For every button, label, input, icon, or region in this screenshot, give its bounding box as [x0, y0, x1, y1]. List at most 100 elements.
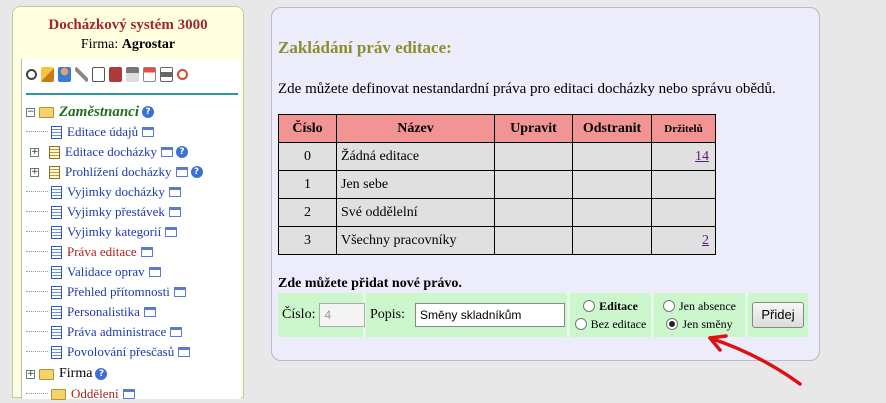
- new-window-icon[interactable]: [165, 227, 178, 237]
- page-icon: [51, 205, 62, 219]
- new-window-icon[interactable]: [143, 307, 156, 317]
- sidebar-item-label[interactable]: Vyjimky kategorií: [67, 224, 161, 240]
- radio-jen-smeny[interactable]: Jen směny: [666, 317, 733, 332]
- sidebar-item-label[interactable]: Validace oprav: [67, 264, 145, 280]
- sidebar-item-label[interactable]: Editace docházky: [65, 144, 157, 160]
- new-window-icon[interactable]: [140, 247, 153, 257]
- sidebar-item-label[interactable]: Práva editace: [67, 244, 137, 260]
- sidebar-item-prava-administrace[interactable]: Práva administrace: [26, 323, 183, 341]
- sidebar-item-vyjimky-kategorii[interactable]: Vyjimky kategorií: [26, 223, 178, 241]
- tree-section-firm[interactable]: + Firma ?: [26, 365, 108, 383]
- radio-label[interactable]: Bez editace: [591, 317, 647, 332]
- cell-num: 0: [278, 142, 337, 171]
- add-button[interactable]: Přidej: [752, 302, 804, 328]
- desc-label: Popis:: [370, 307, 406, 322]
- tree-section-employees[interactable]: − Zaměstnanci ?: [26, 103, 155, 121]
- sidebar-item-povolovani-prescasu[interactable]: Povolování přesčasů: [26, 343, 191, 361]
- new-window-icon[interactable]: [168, 187, 181, 197]
- cell-edit: [494, 170, 573, 199]
- book-icon[interactable]: [109, 66, 122, 82]
- help-icon[interactable]: ?: [176, 146, 189, 158]
- cell-edit: [494, 226, 573, 255]
- new-window-icon[interactable]: [173, 287, 186, 297]
- sidebar-item-prehled-pritomnosti[interactable]: Přehled přítomnosti: [26, 283, 186, 301]
- page-icon: [51, 245, 62, 259]
- sidebar-item-label[interactable]: Povolování přesčasů: [67, 344, 174, 360]
- radio-bez-editace[interactable]: Bez editace: [574, 317, 647, 332]
- new-window-icon[interactable]: [148, 267, 161, 277]
- house-icon[interactable]: [126, 66, 139, 82]
- radio-button[interactable]: [574, 318, 587, 330]
- users-icon[interactable]: [58, 66, 71, 82]
- new-window-icon[interactable]: [170, 327, 183, 337]
- new-window-icon[interactable]: [122, 389, 135, 399]
- sidebar-item-label[interactable]: Editace údajů: [67, 124, 138, 140]
- cell-num: 2: [278, 198, 337, 227]
- header-name: Název: [336, 114, 495, 143]
- num-cell: Číslo:: [278, 293, 366, 337]
- new-window-icon[interactable]: [178, 347, 191, 357]
- help-icon[interactable]: ?: [95, 368, 108, 380]
- pencil-icon[interactable]: [41, 66, 54, 82]
- expand-icon[interactable]: +: [30, 167, 39, 177]
- sidebar-item-label[interactable]: Vyjimky docházky: [67, 184, 165, 200]
- description-input[interactable]: [415, 303, 566, 327]
- radio-jen-absence[interactable]: Jen absence: [663, 299, 736, 314]
- sidebar-item-label[interactable]: Vyjimky přestávek: [67, 204, 165, 220]
- cell-remove: [572, 170, 652, 199]
- new-window-icon[interactable]: [175, 167, 188, 177]
- collapse-icon[interactable]: −: [26, 107, 35, 117]
- table-row: 1 Jen sebe: [278, 170, 716, 199]
- key-icon[interactable]: [75, 66, 88, 82]
- sidebar-item-editace-dochazky[interactable]: + Editace docházky ?: [26, 143, 189, 161]
- edit-mode-radios: Editace Bez editace: [570, 293, 654, 337]
- holders-link[interactable]: 2: [702, 233, 709, 248]
- new-window-icon[interactable]: [142, 127, 155, 137]
- section-firm-label[interactable]: Firma: [59, 366, 92, 382]
- sidebar-item-vyjimky-prestavek[interactable]: Vyjimky přestávek: [26, 203, 181, 221]
- sidebar-item-prohlizeni-dochazky[interactable]: + Prohlížení docházky ?: [26, 163, 203, 181]
- tree-connector: [26, 303, 48, 312]
- tree-connector: [26, 223, 48, 232]
- search-icon[interactable]: [26, 68, 37, 80]
- sidebar-item-label[interactable]: Prohlížení docházky: [65, 164, 172, 180]
- cell-holders: 14: [651, 142, 716, 171]
- radio-label[interactable]: Jen směny: [682, 317, 732, 332]
- holders-link[interactable]: 14: [695, 149, 709, 164]
- page-icon: [51, 325, 62, 339]
- network-icon[interactable]: [143, 66, 156, 82]
- sidebar-item-label[interactable]: Přehled přítomnosti: [67, 284, 170, 300]
- radio-button[interactable]: [663, 300, 675, 312]
- printer-icon[interactable]: [160, 66, 173, 82]
- expand-icon[interactable]: +: [26, 369, 35, 379]
- help-icon[interactable]: ?: [190, 166, 203, 178]
- radio-button-checked[interactable]: [666, 318, 679, 330]
- help-icon[interactable]: ?: [142, 106, 155, 118]
- sidebar-item-validace-oprav[interactable]: Validace oprav: [26, 263, 161, 281]
- radio-button[interactable]: [583, 300, 596, 312]
- radio-label[interactable]: Editace: [599, 299, 638, 314]
- cell-remove: [572, 226, 652, 255]
- new-window-icon[interactable]: [161, 147, 174, 157]
- sidebar-item-personalistika[interactable]: Personalistika: [26, 303, 156, 321]
- cell-edit: [494, 198, 573, 227]
- sidebar-item-label[interactable]: Personalistika: [67, 304, 140, 320]
- expand-icon[interactable]: +: [30, 147, 39, 157]
- page-icon: [51, 265, 62, 279]
- add-right-title: Zde můžete přidat nové právo.: [278, 276, 462, 291]
- new-window-icon[interactable]: [168, 207, 181, 217]
- sidebar-item-editace-udaju[interactable]: Editace údajů: [26, 123, 155, 141]
- sidebar-item-label[interactable]: Práva administrace: [67, 324, 166, 340]
- sidebar-item-vyjimky-dochazky[interactable]: Vyjimky docházky: [26, 183, 181, 201]
- sidebar-item-prava-editace[interactable]: Práva editace: [26, 243, 153, 261]
- section-employees-label[interactable]: Zaměstnanci: [59, 104, 139, 121]
- sidebar-item-label[interactable]: Oddělení: [71, 386, 119, 402]
- tree-connector: [26, 263, 48, 272]
- system-title: Docházkový systém 3000: [48, 17, 208, 33]
- radio-label[interactable]: Jen absence: [679, 299, 736, 314]
- cell-num: 3: [278, 226, 337, 255]
- power-icon[interactable]: [177, 68, 188, 80]
- radio-editace[interactable]: Editace: [583, 299, 638, 314]
- copy-icon[interactable]: [92, 66, 105, 82]
- num-input[interactable]: [319, 303, 366, 327]
